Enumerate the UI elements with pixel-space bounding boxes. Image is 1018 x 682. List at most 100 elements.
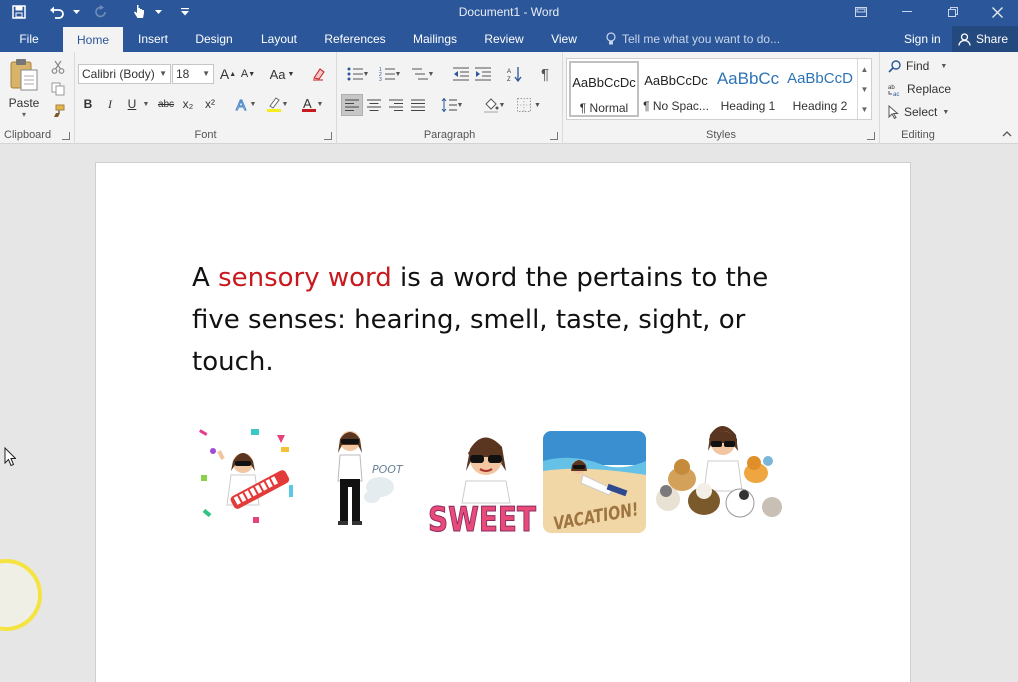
font-launcher[interactable] bbox=[324, 132, 332, 140]
show-formatting-marks-button[interactable]: ¶ bbox=[535, 64, 555, 84]
share-label: Share bbox=[976, 32, 1009, 46]
multilevel-list-button[interactable]: ▼ bbox=[407, 64, 439, 84]
font-size-combo[interactable]: 18 ▼ bbox=[172, 64, 214, 84]
ribbon-display-options-button[interactable] bbox=[838, 0, 884, 24]
justify-button[interactable] bbox=[408, 94, 428, 116]
strikethrough-button[interactable]: abc bbox=[155, 94, 177, 114]
svg-text:3: 3 bbox=[379, 77, 382, 81]
numbering-button[interactable]: 1 2 3 ▼ bbox=[375, 64, 405, 84]
superscript-button[interactable]: x² bbox=[201, 94, 219, 114]
collapse-ribbon-button[interactable] bbox=[1000, 128, 1014, 140]
cut-button[interactable] bbox=[48, 58, 68, 76]
font-family-combo[interactable]: Calibri (Body) ▼ bbox=[78, 64, 171, 84]
style-name: Heading 2 bbox=[792, 99, 848, 113]
replace-button[interactable]: ab ac Replace bbox=[888, 79, 951, 99]
underline-button[interactable]: U bbox=[123, 94, 141, 114]
text-before: A bbox=[192, 263, 219, 293]
poot-bitmoji-image[interactable]: POOT bbox=[324, 425, 416, 535]
close-button[interactable] bbox=[974, 0, 1018, 24]
tab-layout[interactable]: Layout bbox=[252, 26, 306, 52]
document-paragraph[interactable]: A sensory word is a word the pertains to… bbox=[192, 257, 792, 383]
chevron-up-icon bbox=[1002, 131, 1012, 137]
subscript-button[interactable]: x₂ bbox=[179, 94, 197, 114]
align-right-button[interactable] bbox=[386, 94, 406, 116]
decrease-indent-icon bbox=[453, 67, 469, 81]
align-center-icon bbox=[367, 99, 381, 111]
find-label: Find bbox=[906, 59, 930, 73]
paste-button[interactable]: Paste ▾ bbox=[6, 58, 42, 122]
pilcrow-icon: ¶ bbox=[540, 65, 550, 83]
shading-button[interactable]: ▼ bbox=[479, 94, 509, 116]
change-case-button[interactable]: Aa ▼ bbox=[269, 64, 295, 84]
keytar-bitmoji-image[interactable] bbox=[193, 425, 303, 535]
text-effects-button[interactable]: A ▼ bbox=[231, 94, 259, 114]
styles-more-button[interactable]: ▼ bbox=[857, 99, 871, 119]
style-heading-2[interactable]: AaBbCcD Heading 2 bbox=[785, 61, 855, 117]
poot-caption: POOT bbox=[372, 463, 404, 476]
bullets-button[interactable]: ▼ bbox=[343, 64, 373, 84]
tab-view[interactable]: View bbox=[542, 26, 586, 52]
tab-design[interactable]: Design bbox=[188, 26, 240, 52]
change-case-label: Aa bbox=[269, 66, 286, 82]
increase-indent-button[interactable] bbox=[473, 64, 493, 84]
replace-icon: abac bbox=[888, 85, 899, 96]
grow-font-button[interactable]: A ▲ bbox=[219, 64, 237, 84]
line-spacing-button[interactable]: ▼ bbox=[437, 94, 467, 116]
highlight-color-button[interactable]: ▼ bbox=[263, 94, 291, 114]
select-label: Select bbox=[904, 105, 938, 119]
chevron-down-icon: ▼ bbox=[202, 69, 210, 78]
document-area[interactable]: A sensory word is a word the pertains to… bbox=[0, 145, 1018, 682]
style-name: ¶ Normal bbox=[579, 101, 629, 115]
underline-dropdown[interactable]: ▼ bbox=[141, 94, 151, 114]
sign-in-link[interactable]: Sign in bbox=[904, 26, 941, 52]
tab-references[interactable]: References bbox=[318, 26, 392, 52]
tell-me-box[interactable]: Tell me what you want to do... bbox=[606, 26, 780, 52]
document-page[interactable]: A sensory word is a word the pertains to… bbox=[95, 162, 911, 682]
italic-button[interactable]: I bbox=[101, 94, 119, 114]
align-left-button[interactable] bbox=[341, 94, 363, 116]
share-button[interactable]: Share bbox=[952, 26, 1018, 52]
sweet-bitmoji-image[interactable]: SWEET bbox=[426, 425, 540, 535]
borders-button[interactable]: ▼ bbox=[513, 94, 545, 116]
format-painter-button[interactable] bbox=[48, 102, 68, 120]
title-bar: Document1 - Word bbox=[0, 0, 1018, 26]
tab-review[interactable]: Review bbox=[478, 26, 530, 52]
find-button[interactable]: Find ▼ bbox=[888, 56, 947, 76]
clipboard-launcher[interactable] bbox=[62, 132, 70, 140]
align-center-button[interactable] bbox=[364, 94, 384, 116]
style-name: ¶ No Spac... bbox=[643, 99, 709, 113]
tab-insert[interactable]: Insert bbox=[130, 26, 176, 52]
copy-button[interactable] bbox=[48, 80, 68, 98]
select-button[interactable]: Select ▼ bbox=[888, 102, 949, 122]
highlighter-icon bbox=[266, 97, 281, 112]
styles-scroll-up[interactable]: ▲ bbox=[857, 59, 871, 79]
style-normal[interactable]: AaBbCcDc ¶ Normal bbox=[569, 61, 639, 117]
clear-formatting-button[interactable] bbox=[309, 64, 329, 84]
font-family-value: Calibri (Body) bbox=[82, 67, 155, 81]
minimize-button[interactable] bbox=[884, 0, 930, 24]
sort-button[interactable]: AZ bbox=[505, 64, 525, 84]
copy-icon bbox=[51, 82, 65, 96]
styles-group-label: Styles bbox=[706, 129, 736, 141]
dogs-bitmoji-image[interactable] bbox=[652, 417, 784, 529]
decrease-indent-button[interactable] bbox=[451, 64, 471, 84]
styles-launcher[interactable] bbox=[867, 132, 875, 140]
tell-me-placeholder: Tell me what you want to do... bbox=[622, 32, 781, 46]
tab-mailings[interactable]: Mailings bbox=[404, 26, 466, 52]
style-heading-1[interactable]: AaBbCc Heading 1 bbox=[713, 61, 783, 117]
paste-dropdown-icon[interactable]: ▾ bbox=[22, 110, 26, 119]
cursor-highlight bbox=[0, 559, 42, 631]
restore-button[interactable] bbox=[930, 0, 976, 24]
vacation-bitmoji-image[interactable]: VACATION! bbox=[543, 431, 646, 533]
tab-home[interactable]: Home bbox=[63, 27, 123, 52]
clipboard-group: Paste ▾ Clipboard bbox=[0, 52, 75, 144]
tab-file[interactable]: File bbox=[8, 26, 50, 52]
styles-gallery: AaBbCcDc ¶ Normal AaBbCcDc ¶ No Spac... … bbox=[566, 58, 872, 120]
style-no-spacing[interactable]: AaBbCcDc ¶ No Spac... bbox=[641, 61, 711, 117]
styles-scroll-down[interactable]: ▼ bbox=[857, 79, 871, 99]
bold-button[interactable]: B bbox=[79, 94, 97, 114]
shrink-font-button[interactable]: A ▼ bbox=[239, 64, 257, 84]
font-color-button[interactable]: A ▼ bbox=[297, 94, 327, 114]
line-spacing-icon bbox=[441, 98, 457, 112]
paragraph-launcher[interactable] bbox=[550, 132, 558, 140]
